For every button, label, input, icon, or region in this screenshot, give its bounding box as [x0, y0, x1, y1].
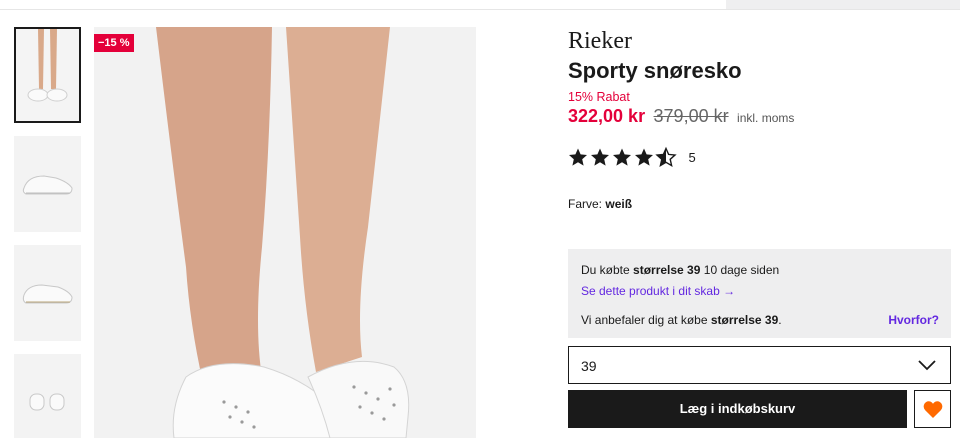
thumbnail-1[interactable] — [14, 27, 81, 123]
search-input[interactable] — [726, 0, 960, 9]
discount-label: 15% Rabat — [568, 90, 630, 104]
thumbnail-4[interactable] — [14, 354, 81, 438]
thumbnail-3[interactable] — [14, 245, 81, 341]
wishlist-button[interactable] — [914, 390, 951, 428]
vat-note: inkl. moms — [737, 111, 795, 125]
color-row: Farve: weiß — [568, 197, 632, 211]
bought-suffix: 10 dage siden — [703, 263, 780, 277]
heart-icon — [923, 401, 943, 418]
rating-stars[interactable]: 5 — [568, 145, 696, 169]
recommend-suffix: . — [778, 313, 782, 327]
color-value: weiß — [605, 197, 633, 211]
sale-price: 322,00 kr — [568, 106, 646, 126]
bought-size: størrelse 39 — [633, 263, 701, 277]
original-price: 379,00 kr — [653, 106, 729, 126]
thumbnail-2[interactable] — [14, 136, 81, 232]
add-to-cart-button[interactable]: Læg i indkøbskurv — [568, 390, 907, 428]
why-link[interactable]: Hvorfor? — [888, 313, 939, 327]
rating-count: 5 — [688, 149, 696, 165]
wardrobe-link[interactable]: Se dette produkt i dit skab → — [581, 284, 735, 298]
price-row: 322,00 kr 379,00 kr inkl. moms — [568, 106, 794, 127]
brand-name[interactable]: Rieker — [568, 28, 632, 55]
product-title: Sporty snøresko — [568, 58, 742, 83]
size-recommendation: Vi anbefaler dig at købe størrelse 39. — [581, 313, 782, 327]
top-header — [0, 0, 960, 10]
bought-prefix: Du købte — [581, 263, 630, 277]
main-product-image[interactable] — [94, 27, 476, 438]
chevron-down-icon — [918, 360, 936, 371]
color-label: Farve: — [568, 197, 603, 211]
purchase-history: Du købte størrelse 39 10 dage siden — [581, 263, 779, 277]
size-advice-box: Du købte størrelse 39 10 dage siden Se d… — [568, 249, 951, 338]
recommend-prefix: Vi anbefaler dig at købe — [581, 313, 708, 327]
star-rating-icon — [569, 147, 676, 167]
recommend-size: størrelse 39 — [710, 313, 779, 327]
size-select-value: 39 — [581, 358, 597, 374]
discount-badge: −15 % — [94, 34, 134, 52]
size-select[interactable]: 39 — [568, 346, 951, 384]
